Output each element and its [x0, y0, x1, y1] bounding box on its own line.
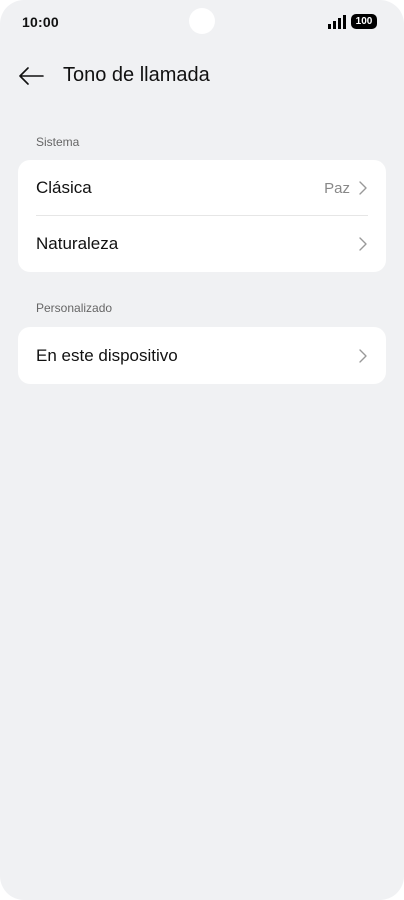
card-personalizado: En este dispositivo: [18, 327, 386, 384]
list-item-label: Clásica: [36, 178, 92, 197]
list-item-clasica[interactable]: Clásica Paz: [18, 160, 386, 216]
battery-icon: 100: [351, 14, 377, 29]
list-item-label: Naturaleza: [36, 234, 119, 253]
section-label-personalizado: Personalizado: [36, 301, 113, 315]
list-item-value: Paz: [324, 179, 350, 197]
page-title: Tono de llamada: [63, 64, 210, 86]
arrow-left-icon: [19, 67, 44, 85]
list-item-en-este-dispositivo[interactable]: En este dispositivo: [18, 327, 386, 384]
front-camera-cutout: [189, 8, 215, 34]
list-item-label: En este dispositivo: [36, 345, 178, 365]
app-bar: Tono de llamada: [0, 56, 404, 96]
back-button[interactable]: [14, 62, 48, 90]
status-time: 10:00: [22, 14, 59, 30]
list-item-naturaleza[interactable]: Naturaleza: [18, 216, 386, 272]
section-label-sistema: Sistema: [36, 135, 80, 149]
chevron-right-icon: [359, 181, 367, 195]
screen: 10:00 100 Tono de llamada Sistema Clásic…: [0, 0, 404, 900]
card-sistema: Clásica Paz Naturaleza: [18, 160, 386, 272]
signal-icon: [328, 15, 346, 29]
chevron-right-icon: [359, 348, 367, 363]
status-bar: 10:00 100: [0, 0, 404, 46]
chevron-right-icon: [359, 237, 367, 251]
